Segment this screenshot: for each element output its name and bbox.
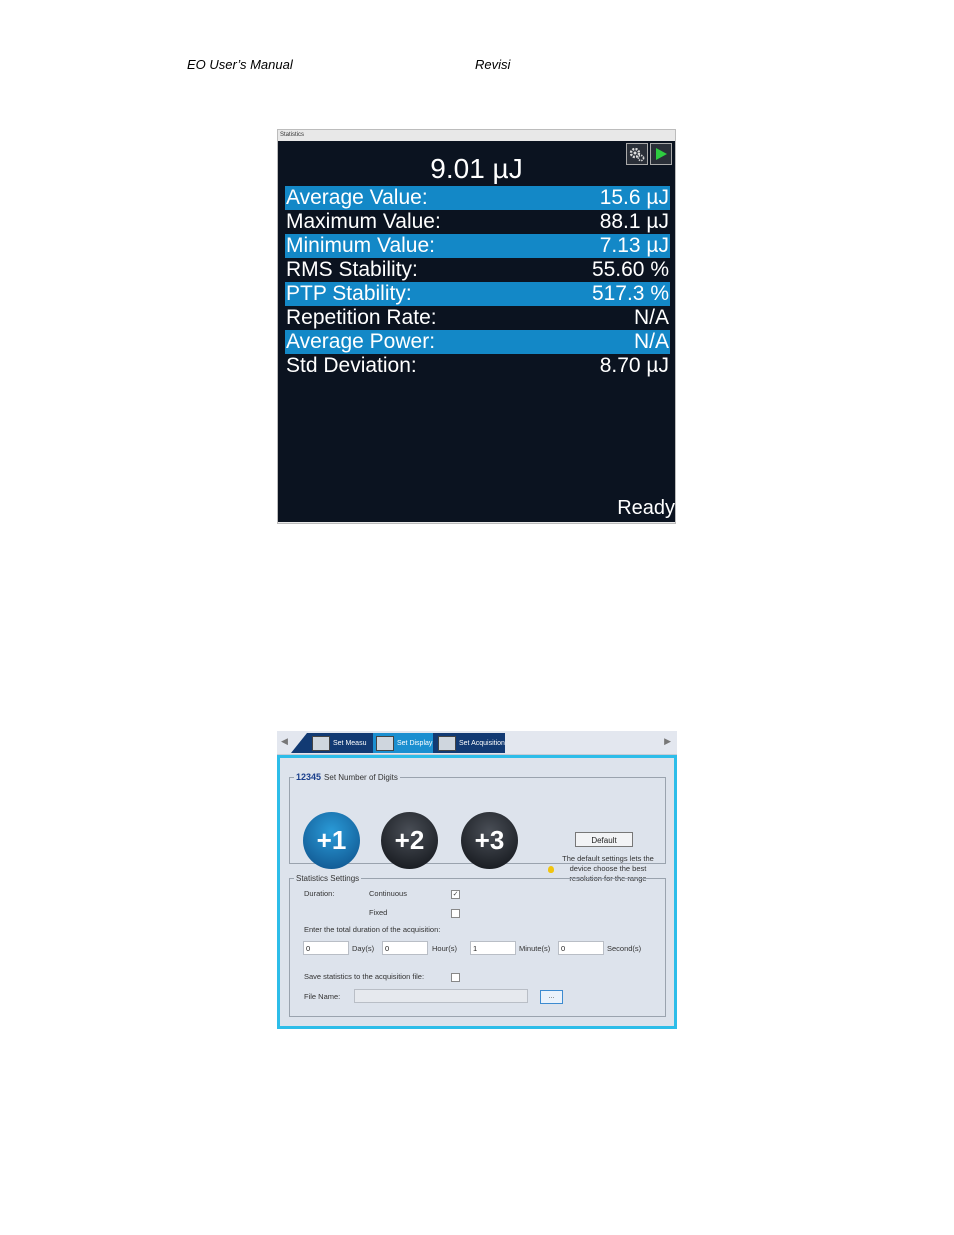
save-statistics-checkbox[interactable] (451, 973, 460, 982)
default-button[interactable]: Default (575, 832, 633, 847)
continuous-checkbox[interactable]: ✓ (451, 890, 460, 899)
digits-plus-2-button[interactable]: +2 (381, 812, 438, 869)
digits-legend: 12345 Set Number of Digits (296, 772, 398, 782)
stat-row-repetition-rate: Repetition Rate: N/A (285, 306, 670, 330)
digits-plus-1-button[interactable]: +1 (303, 812, 360, 869)
minutes-input[interactable]: 1 (470, 941, 516, 955)
current-measurement: 9.01 µJ (430, 153, 523, 184)
digits-icon: 12345 (296, 772, 322, 782)
statistics-window: Statistics 9.01 µJ Average Value: 15.6 µJ… (277, 129, 676, 524)
browse-button[interactable]: ... (540, 990, 563, 1004)
tab-set-display[interactable]: Set Display (373, 733, 433, 753)
seconds-label: Second(s) (607, 944, 642, 953)
minutes-label: Minute(s) (519, 944, 551, 953)
status-text: Ready (617, 497, 675, 519)
continuous-label: Continuous (369, 889, 407, 898)
stat-value: 517.3 % (591, 282, 669, 305)
duration-label: Duration: (304, 889, 335, 898)
tab-label: Set Display (397, 739, 433, 747)
stat-label: Average Value: (286, 186, 428, 209)
measure-icon (312, 735, 330, 751)
stat-row-average-power: Average Power: N/A (285, 330, 670, 354)
tab-bar: ◀ Set Measu Set Display Set Acquisition … (277, 731, 677, 755)
stat-label: Std Deviation: (286, 354, 417, 377)
statistics-screen: 9.01 µJ Average Value: 15.6 µJ Maximum Va… (278, 141, 675, 522)
seconds-input[interactable]: 0 (558, 941, 604, 955)
stat-label: Maximum Value: (286, 210, 441, 233)
stat-value: N/A (633, 306, 669, 329)
stat-value: 88.1 µJ (599, 210, 669, 233)
tab-set-acquisition[interactable]: Set Acquisition (435, 733, 505, 753)
settings-window: ◀ Set Measu Set Display Set Acquisition … (277, 731, 677, 1029)
lightbulb-icon (548, 866, 554, 873)
save-statistics-label: Save statistics to the acquisition file: (304, 972, 425, 981)
gear-icon (629, 147, 645, 162)
file-name-label: File Name: (304, 992, 341, 1001)
settings-button[interactable] (626, 143, 648, 165)
display-settings-content: 12345 Set Number of Digits +1 +2 +3 Defau… (277, 755, 677, 1029)
days-label: Day(s) (352, 944, 375, 953)
statistics-settings-legend: Statistics Settings (296, 874, 360, 883)
stat-value: N/A (633, 330, 669, 353)
file-name-input[interactable] (354, 989, 528, 1003)
start-button[interactable] (650, 143, 672, 165)
stat-row-std-deviation: Std Deviation: 8.70 µJ (285, 354, 670, 378)
stat-value: 7.13 µJ (599, 234, 669, 257)
stat-label: Average Power: (286, 330, 436, 353)
play-icon (656, 148, 667, 160)
stat-label: Repetition Rate: (286, 306, 437, 329)
acquisition-icon (438, 735, 456, 751)
stat-row-maximum: Maximum Value: 88.1 µJ (285, 210, 670, 234)
stat-value: 15.6 µJ (599, 186, 669, 209)
days-input[interactable]: 0 (303, 941, 349, 955)
digits-group: 12345 Set Number of Digits +1 +2 +3 Defau… (289, 772, 666, 883)
stat-row-average: Average Value: 15.6 µJ (285, 186, 670, 210)
duration-instruction: Enter the total duration of the acquisit… (304, 925, 441, 934)
fixed-label: Fixed (369, 908, 388, 917)
statistics-settings-group: Statistics Settings Duration: Continuous… (289, 874, 666, 1017)
stat-row-rms: RMS Stability: 55.60 % (285, 258, 670, 282)
hours-input[interactable]: 0 (382, 941, 428, 955)
header-manual-title: EO User’s Manual (187, 57, 293, 72)
scroll-right-icon[interactable]: ▶ (664, 736, 671, 747)
tab-label: Set Acquisition (459, 739, 505, 747)
statistics-window-title: Statistics (280, 132, 305, 138)
tab-set-measure[interactable]: Set Measu (309, 733, 373, 753)
display-icon (376, 735, 394, 751)
stat-row-ptp: PTP Stability: 517.3 % (285, 282, 670, 306)
digits-plus-3-button[interactable]: +3 (461, 812, 518, 869)
tab-label: Set Measu (333, 739, 367, 747)
statistics-list: Average Value: 15.6 µJ Maximum Value: 88.1… (285, 186, 670, 378)
stat-label: PTP Stability: (286, 282, 412, 305)
fixed-checkbox[interactable] (451, 909, 460, 918)
stat-value: 8.70 µJ (599, 354, 669, 377)
stat-value: 55.60 % (591, 258, 669, 281)
stat-label: Minimum Value: (286, 234, 435, 257)
hours-label: Hour(s) (432, 944, 458, 953)
header-revision: Revisi (475, 57, 511, 72)
stat-row-minimum: Minimum Value: 7.13 µJ (285, 234, 670, 258)
stat-label: RMS Stability: (286, 258, 418, 281)
